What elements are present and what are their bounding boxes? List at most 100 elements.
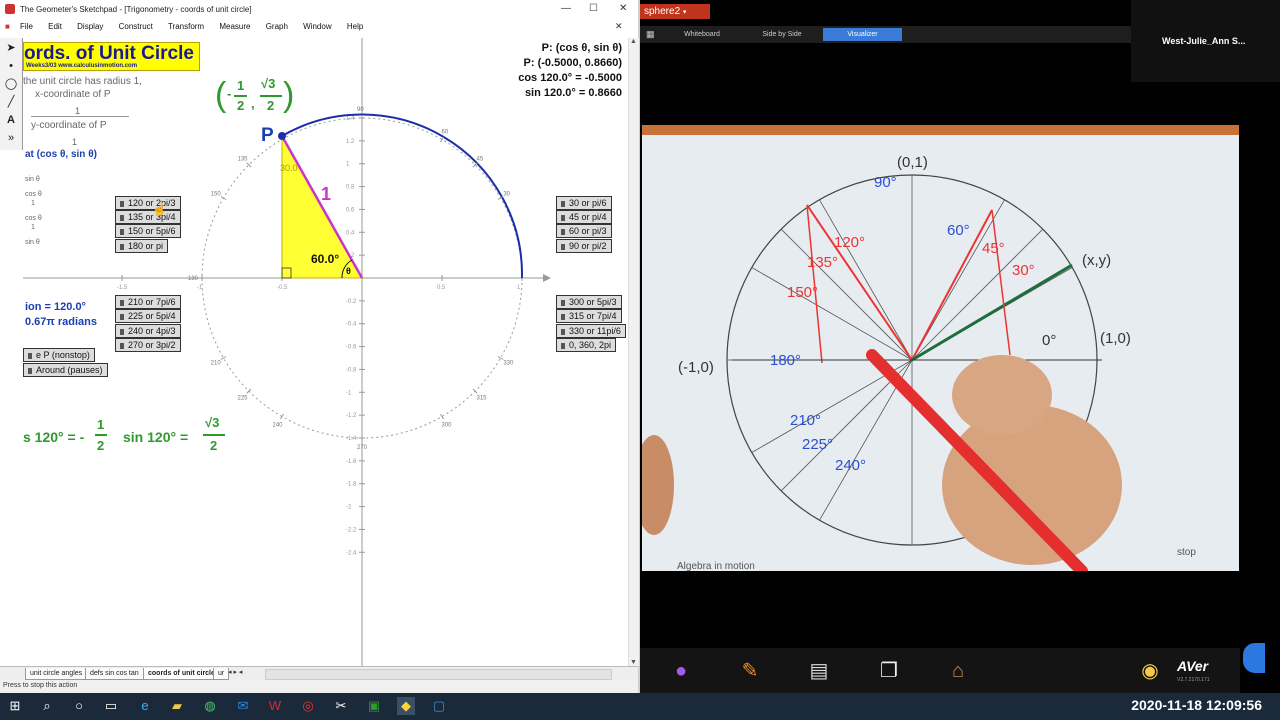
vertical-scrollbar[interactable]: ▲ ▼ [628,38,639,666]
app-icon [5,4,15,14]
chat-bubble-icon[interactable] [1243,643,1265,673]
angle-button-330[interactable]: 330 or 11pi/6 [556,324,626,338]
menu-measure[interactable]: Measure [219,22,250,31]
angle-button-30[interactable]: 30 or pi/6 [556,196,612,210]
angle-button-120[interactable]: 120 or 2pi/3 [115,196,181,210]
menu-display[interactable]: Display [77,22,103,31]
doc-close-icon[interactable]: ✕ [615,21,623,32]
ws-icon[interactable]: W [266,697,284,715]
mail-icon[interactable]: ▢ [430,697,448,715]
files-icon[interactable]: ▰ [168,697,186,715]
angle-button-315[interactable]: 315 or 7pi/4 [556,309,622,323]
menu-help[interactable]: Help [347,22,363,31]
search-icon[interactable]: ⌕ [38,697,56,715]
angle-button-45[interactable]: 45 or pi/4 [556,210,612,224]
note-one-b: 1 [72,137,78,147]
horizontal-scrollbar[interactable] [265,669,612,680]
angle-button-240[interactable]: 240 or 4pi/3 [115,324,181,338]
chrome-icon[interactable]: ◍ [201,697,219,715]
mouse-cursor-icon: ☝ [152,202,167,216]
compass-tool-icon[interactable]: ◯ [3,76,19,92]
tab-side-by-side[interactable]: Side by Side [748,28,816,41]
minimize-icon[interactable]: — [561,3,571,14]
circle-tick [497,356,504,360]
gsp-icon[interactable]: ◆ [397,697,415,715]
menu-transform[interactable]: Transform [168,22,204,31]
sketchpad-icon[interactable]: ✂ [332,697,350,715]
angle-button-300[interactable]: 300 or 5pi/3 [556,295,622,309]
sketch-canvas[interactable]: -1.5-1-0.50.511.41.210.80.60.40.2-0.2-0.… [23,38,628,666]
paper-footer: Algebra in motion [677,561,755,571]
menu-graph[interactable]: Graph [266,22,288,31]
note-radius: the unit circle has radius 1, [23,76,142,87]
paper-label: 60° [947,222,970,239]
brand-version: V2.7.2170.171 [1177,677,1210,683]
menu-edit[interactable]: Edit [48,22,62,31]
arrow-tool-icon[interactable]: ➤ [3,40,19,56]
paper-label: 180° [770,352,801,369]
sketchpad-window: The Geometer's Sketchpad - [Trigonometry… [0,0,640,693]
close-icon[interactable]: ✕ [619,3,627,14]
angle-button-210[interactable]: 210 or 7pi/6 [115,295,181,309]
note-x-coord: x-coordinate of P [35,89,111,100]
sphere-icon[interactable]: ● [669,660,693,682]
grid-icon[interactable]: ▦ [646,29,656,39]
circle-degree-label: 330 [503,361,514,367]
app-tab-label: sphere2 [644,6,681,17]
pencil-icon[interactable]: ✎ [738,660,762,682]
angle-button-60[interactable]: 60 or pi/3 [556,224,612,238]
animate-nonstop-button[interactable]: e P (nonstop) [23,348,95,362]
angle-button-135[interactable]: 135 or 3pi/4 [115,210,181,224]
paper-label: 0° [1042,332,1056,349]
y-tick-label: -0.8 [346,367,357,373]
circle-degree-label: 135 [237,156,248,162]
page-tab[interactable]: defs sin cos tan [85,668,144,680]
edge-icon[interactable]: e [136,697,154,715]
maximize-icon[interactable]: ☐ [589,3,598,14]
angle-button-180[interactable]: 180 or pi [115,239,169,253]
page-tab-bar: unit circle angles defs sin cos tan coor… [0,666,638,681]
menu-file[interactable]: File [20,22,33,31]
excel-icon[interactable]: ▣ [365,697,383,715]
color-wheel-icon[interactable]: ◉ [1138,660,1162,682]
scroll-down-icon[interactable]: ▼ [630,659,637,666]
stack-icon[interactable]: ❐ [877,660,901,682]
app-tab[interactable]: sphere2 ▾ [640,4,710,19]
hypotenuse-label: 1 [321,184,331,204]
menu-construct[interactable]: Construct [119,22,153,31]
page-tab[interactable]: unit circle angles [25,668,88,680]
angle-button-225[interactable]: 225 or 5pi/4 [115,309,181,323]
angle-button-150[interactable]: 150 or 5pi/6 [115,224,181,238]
presenter-icon[interactable]: ⌂ [946,660,970,682]
doc-icon: ■ [5,22,10,31]
tab-whiteboard[interactable]: Whiteboard [670,28,734,41]
page-tab[interactable]: ur [213,668,230,680]
angle-button-0[interactable]: 0, 360, 2pi [556,338,617,352]
cortana-icon[interactable]: ○ [70,697,88,715]
text-tool-icon[interactable]: A [3,112,19,128]
angle-button-90[interactable]: 90 or pi/2 [556,239,612,253]
paper-label: (1,0) [1100,330,1131,347]
tab-scroll-icon[interactable]: ◂ ▸ ◂ [228,668,242,676]
task-view-icon[interactable]: ▭ [102,697,120,715]
paper-label: 120° [834,234,865,251]
heading-box: ords. of Unit Circle Weeks3/03 www.calcu… [23,42,200,71]
tab-visualizer[interactable]: Visualizer [823,28,902,41]
y-tick-label: -2 [346,505,352,511]
angle-button-270[interactable]: 270 or 3pi/2 [115,338,181,352]
straightedge-tool-icon[interactable]: ╱ [3,94,19,110]
opera-icon[interactable]: ◎ [299,697,317,715]
windows-icon[interactable]: ⊞ [6,697,24,715]
page-tab-active[interactable]: coords of unit circle [143,668,220,680]
clapper-icon[interactable]: ▤ [807,660,831,682]
point-tool-icon[interactable]: • [3,58,19,74]
at-text: at (cos θ, sin θ) [25,149,97,160]
custom-tool-icon[interactable]: » [3,130,19,146]
y-tick-label: 1.4 [346,116,355,122]
animate-around-button[interactable]: Around (pauses) [23,363,108,377]
y-tick-label: 1.2 [346,139,355,145]
outlook-icon[interactable]: ✉ [234,697,252,715]
point-p[interactable] [278,132,286,140]
menu-window[interactable]: Window [303,22,331,31]
scroll-up-icon[interactable]: ▲ [630,38,637,45]
